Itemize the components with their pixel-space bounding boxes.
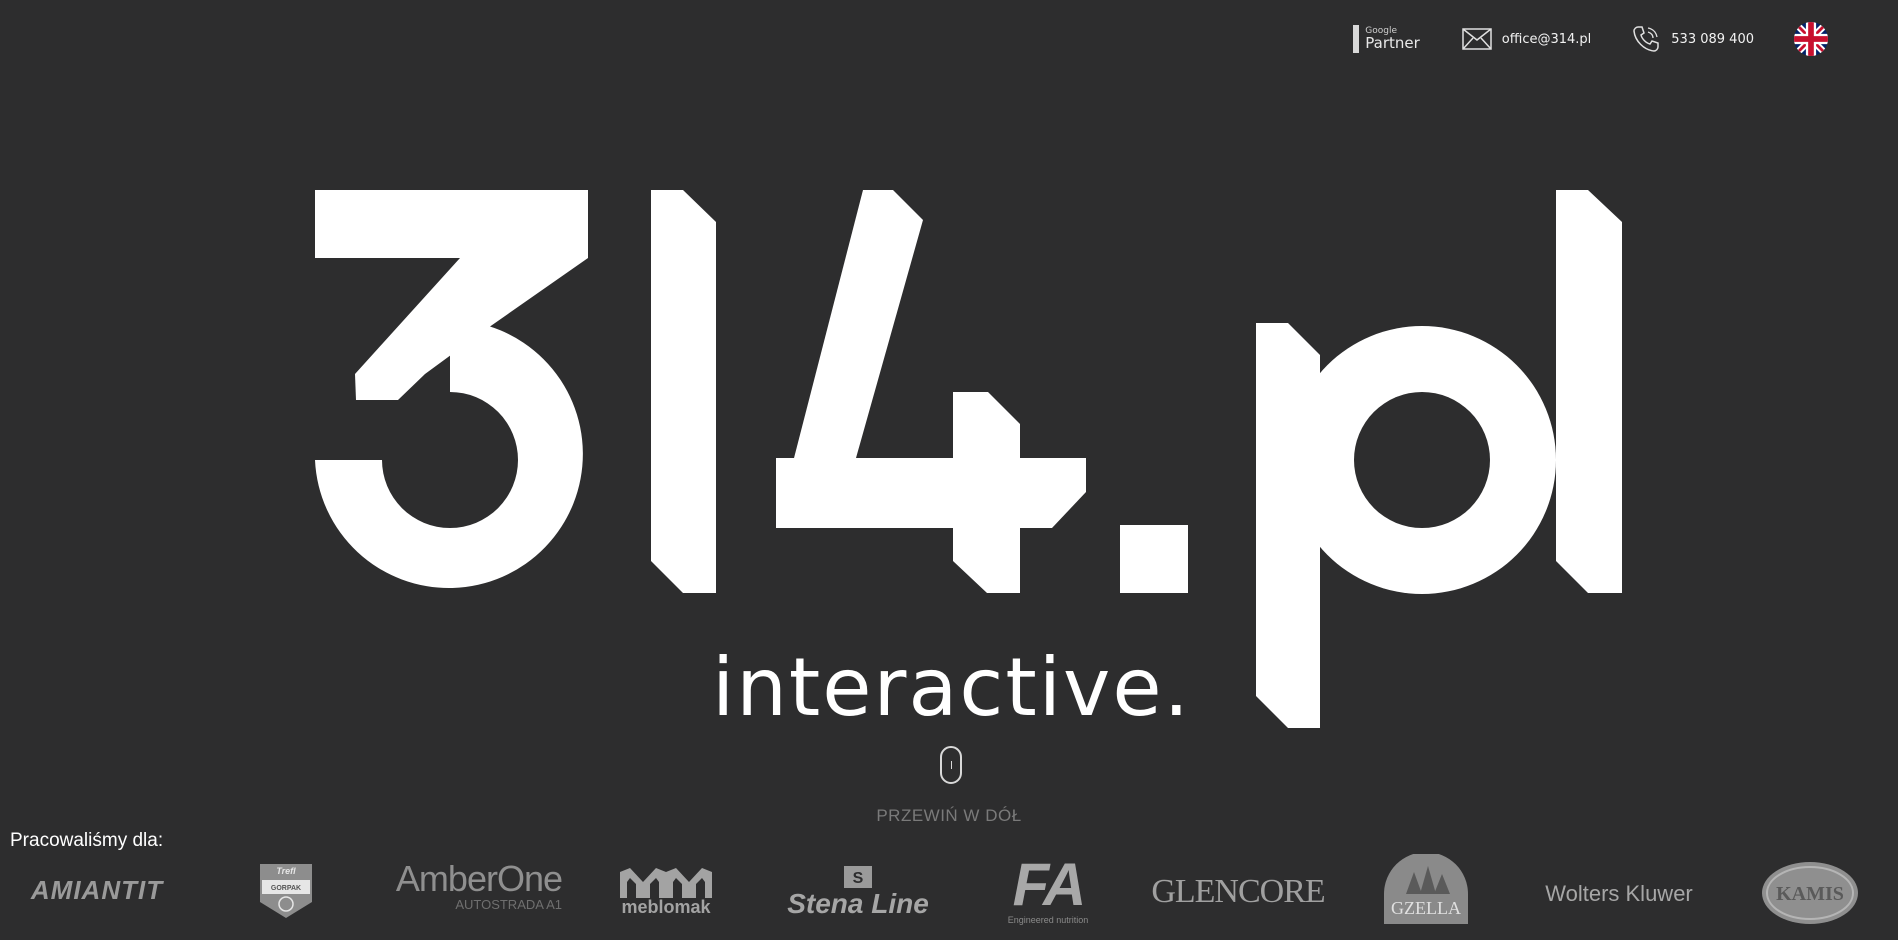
client-logo-amberone: AmberOne AUTOSTRADA A1 [392, 857, 563, 914]
scroll-down-label[interactable]: PRZEWIŃ W DÓŁ [0, 806, 1898, 826]
landing-page: Google Partner office@314.pl 533 089 400 [0, 0, 1898, 940]
client-logo-fa: FA Engineered nutrition [1000, 854, 1096, 926]
hero: interactive. [0, 0, 1898, 760]
logo-digit-1 [651, 190, 716, 593]
client-logo-glencore: GLENCORE [1151, 873, 1325, 910]
amberone-text: AmberOne [395, 857, 563, 899]
client-logo-kamis: KAMIS [1760, 860, 1860, 926]
logo-dot [1120, 525, 1188, 593]
client-logo-meblomak: meblomak [616, 862, 716, 922]
logo-digit-4 [776, 190, 1086, 593]
svg-text:S: S [853, 870, 864, 887]
stena-badge-icon: S [844, 866, 872, 888]
svg-text:KAMIS: KAMIS [1776, 883, 1844, 905]
client-logo-amiantit: AMIANTIT [30, 874, 164, 905]
stena-line-text: Stena Line [787, 888, 929, 919]
svg-text:GZELLA: GZELLA [1391, 898, 1461, 918]
client-logos: AMIANTIT GORPAK Trefl AmberOne AUTOSTRAD… [0, 850, 1898, 940]
svg-text:Trefl: Trefl [276, 866, 296, 876]
meblomak-mark-icon [620, 868, 712, 898]
fa-subtext: Engineered nutrition [1007, 915, 1089, 925]
fa-text: FA [1012, 851, 1087, 918]
client-logo-gzella: GZELLA [1376, 854, 1476, 930]
clients-heading: Pracowaliśmy dla: [10, 830, 164, 851]
logo-digit-3 [315, 190, 588, 588]
client-logo-stena-line: S Stena Line [778, 864, 938, 920]
svg-text:GORPAK: GORPAK [271, 885, 301, 892]
logo-letter-l [1556, 190, 1622, 593]
wolters-kluwer-text: Wolters Kluwer [1545, 881, 1693, 906]
client-logo-gorpak: GORPAK Trefl [256, 856, 316, 920]
amberone-subtext: AUTOSTRADA A1 [455, 896, 562, 912]
client-logo-wolters-kluwer: Wolters Kluwer [1524, 864, 1714, 924]
tagline: interactive. [712, 641, 1191, 734]
meblomak-text: meblomak [621, 897, 711, 917]
logo-letter-p [1256, 323, 1556, 728]
mouse-scroll-icon[interactable] [940, 746, 962, 784]
